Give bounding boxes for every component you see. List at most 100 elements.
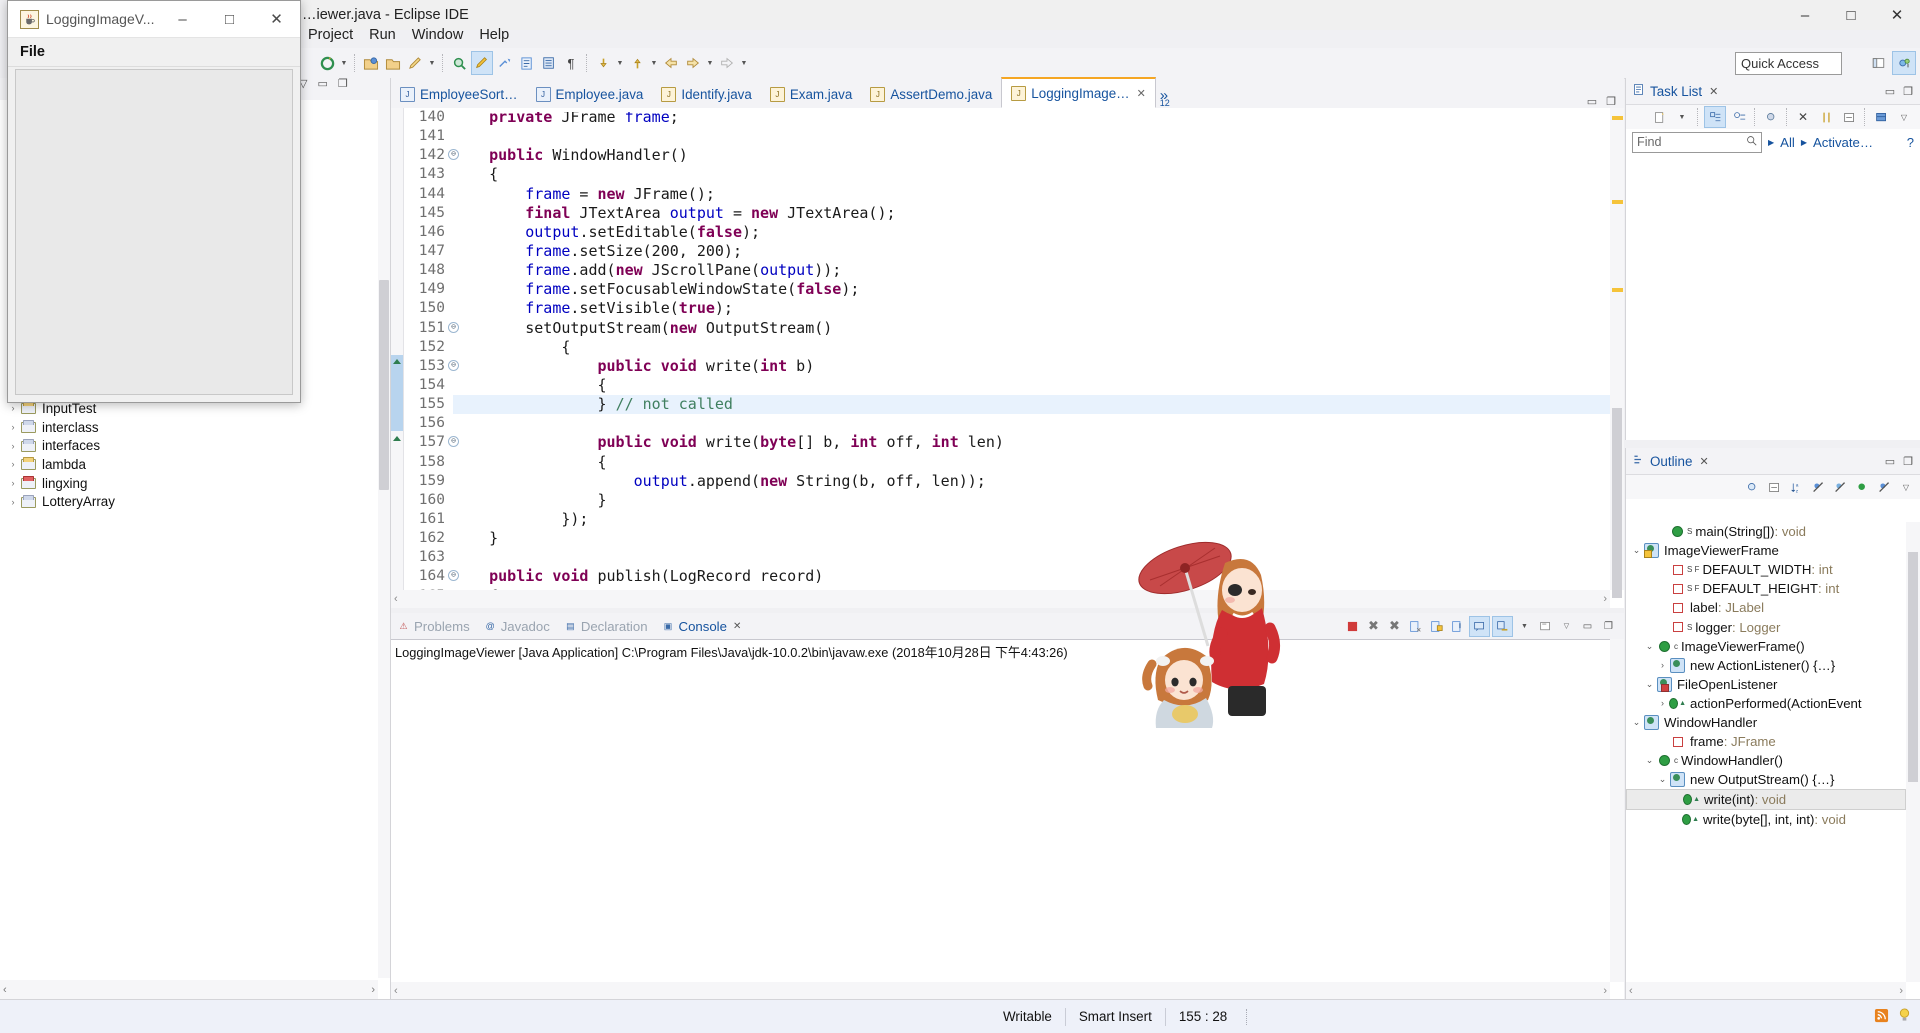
outline-item[interactable]: ⌄ WindowHandler	[1626, 713, 1906, 732]
expand-arrow-icon[interactable]: ›	[6, 497, 20, 507]
package-explorer-item[interactable]: › lingxing	[0, 474, 378, 493]
console-hscroll-right-icon[interactable]: ›	[1603, 985, 1607, 997]
focus-on-active-task-icon[interactable]	[1742, 477, 1762, 497]
task-list-close-icon[interactable]: ✕	[1709, 85, 1718, 98]
save-all-icon[interactable]	[383, 52, 403, 74]
source-code-lines[interactable]: private JFrame frame; public WindowHandl…	[453, 108, 1610, 608]
overview-warning-marker[interactable]	[1612, 116, 1623, 120]
terminate-icon[interactable]	[1343, 617, 1362, 636]
filter-all-link[interactable]: All	[1780, 135, 1795, 150]
code-line[interactable]: {	[453, 338, 1610, 357]
hide-fields-icon[interactable]	[1808, 477, 1828, 497]
outline-expand-arrow-icon[interactable]: ⌄	[1630, 717, 1643, 728]
editor-vscroll-thumb[interactable]	[1612, 408, 1622, 598]
code-line[interactable]: });	[453, 510, 1610, 529]
search-icon[interactable]	[449, 52, 469, 74]
package-explorer-item[interactable]: › lambda	[0, 455, 378, 474]
outline-item[interactable]: frame : JFrame	[1626, 732, 1906, 751]
expand-arrow-icon[interactable]: ›	[6, 441, 20, 451]
console-hscroll-left-icon[interactable]: ‹	[394, 985, 398, 997]
editor-tab[interactable]: J EmployeeSort…	[391, 80, 527, 108]
console-dropdown-icon[interactable]: ▼	[1515, 617, 1534, 636]
show-console-on-output-icon[interactable]	[1469, 615, 1490, 637]
menu-item-help[interactable]: Help	[471, 27, 517, 43]
code-line[interactable]: frame.add(new JScrollPane(output));	[453, 261, 1610, 280]
editor-hscroll-right-icon[interactable]: ›	[1603, 593, 1607, 605]
outline-vscrollbar[interactable]	[1906, 522, 1920, 982]
outline-maximize-icon[interactable]: ❐	[1903, 455, 1913, 468]
step-into-icon[interactable]	[593, 52, 613, 74]
outline-hscroll-right-icon[interactable]: ›	[1899, 985, 1903, 997]
swing-close-button[interactable]: ✕	[253, 1, 300, 37]
scheduled-mode-icon[interactable]	[1729, 107, 1749, 127]
expand-arrow-icon[interactable]: ›	[6, 459, 20, 469]
editor-tab-overflow[interactable]: » 12	[1156, 88, 1174, 108]
outline-expand-arrow-icon[interactable]: ⌄	[1643, 641, 1656, 652]
task-list-help-icon[interactable]: ?	[1907, 135, 1914, 150]
code-line[interactable]: frame.setVisible(true);	[453, 299, 1610, 318]
edit-pencil-icon[interactable]	[405, 52, 425, 74]
code-line[interactable]: public WindowHandler()	[453, 146, 1610, 165]
edit-dropdown-icon[interactable]: ▼	[426, 60, 438, 67]
java-swing-logging-window[interactable]: LoggingImageV... – □ ✕ File	[7, 0, 301, 403]
outline-hscrollbar[interactable]: ‹ ›	[1626, 982, 1906, 1000]
code-line[interactable]: output.setEditable(false);	[453, 223, 1610, 242]
outline-item[interactable]: label : JLabel	[1626, 598, 1906, 617]
editor-tab[interactable]: J Identify.java	[652, 80, 760, 108]
console-tab[interactable]: ▤ Declaration	[564, 619, 647, 634]
outline-item[interactable]: ▲ write(byte[], int, int) : void	[1626, 810, 1906, 829]
clear-filters-icon[interactable]: ✕	[1793, 107, 1813, 127]
new-task-icon[interactable]	[1649, 107, 1669, 127]
console-tab[interactable]: ⚠ Problems	[397, 619, 469, 634]
task-find-input[interactable]: Find	[1632, 131, 1762, 153]
overview-warning-marker-2[interactable]	[1612, 200, 1623, 204]
editor-tab[interactable]: J Exam.java	[761, 80, 862, 108]
outline-item[interactable]: › ▲ actionPerformed(ActionEvent	[1626, 694, 1906, 713]
hscroll-right-arrow-icon[interactable]: ›	[371, 984, 375, 996]
code-line[interactable]: {	[453, 376, 1610, 395]
editor-tab-close-icon[interactable]: ✕	[1137, 87, 1146, 100]
menu-item-run[interactable]: Run	[361, 27, 404, 43]
collapse-all-icon[interactable]	[1839, 107, 1859, 127]
code-line[interactable]: setOutputStream(new OutputStream()	[453, 319, 1610, 338]
hscroll-left-arrow-icon[interactable]: ‹	[3, 984, 7, 996]
outline-item[interactable]: Slogger : Logger	[1626, 617, 1906, 636]
outline-expand-arrow-icon[interactable]: ›	[1656, 660, 1669, 670]
outline-expand-arrow-icon[interactable]: ⌄	[1656, 774, 1669, 785]
hide-static-icon[interactable]	[1830, 477, 1850, 497]
overview-warning-marker-3[interactable]	[1612, 288, 1623, 292]
step-return-dropdown-icon[interactable]: ▼	[648, 60, 660, 67]
hide-nonpublic-icon[interactable]	[1852, 477, 1872, 497]
code-line[interactable]: private JFrame frame;	[453, 112, 1610, 127]
code-text-area[interactable]: 140 141 142 ⊖ 143 144 145 146 147 148 149 150 151 ⊖ 15…	[391, 108, 1624, 608]
filter-activate-link[interactable]: Activate…	[1813, 135, 1873, 150]
code-line[interactable]	[453, 548, 1610, 567]
console-view-menu-icon[interactable]: ▽	[1557, 617, 1576, 636]
code-line[interactable]: frame = new JFrame();	[453, 185, 1610, 204]
open-type-icon[interactable]	[517, 52, 537, 74]
code-line[interactable]: public void publish(LogRecord record)	[453, 567, 1610, 586]
find-search-icon[interactable]	[1746, 135, 1757, 149]
task-list-view-menu-icon[interactable]: ▽	[1894, 107, 1914, 127]
outline-hscroll-left-icon[interactable]: ‹	[1629, 985, 1633, 997]
editor-maximize-icon[interactable]: ❐	[1606, 95, 1616, 108]
editor-tab[interactable]: J AssertDemo.java	[861, 80, 1001, 108]
console-tab-close-icon[interactable]: ✕	[733, 621, 741, 632]
outline-vscroll-thumb[interactable]	[1908, 552, 1918, 782]
console-tab[interactable]: @ Javadoc	[484, 619, 550, 634]
outline-expand-arrow-icon[interactable]: ⌄	[1630, 545, 1643, 556]
outline-view-menu-icon[interactable]: ▽	[1896, 477, 1916, 497]
swing-menu-file[interactable]: File	[20, 44, 45, 60]
code-line[interactable]: final JTextArea output = new JTextArea()…	[453, 204, 1610, 223]
next-annotation-icon[interactable]	[495, 52, 515, 74]
swing-minimize-button[interactable]: –	[159, 1, 206, 37]
outline-list-icon[interactable]	[539, 52, 559, 74]
outline-item[interactable]: S F DEFAULT_WIDTH : int	[1626, 560, 1906, 579]
maximize-button[interactable]: □	[1828, 0, 1874, 30]
paragraph-mark-icon[interactable]: ¶	[561, 52, 581, 74]
forward-history-icon[interactable]	[683, 52, 703, 74]
code-line[interactable]: }	[453, 529, 1610, 548]
tip-light-bulb-icon[interactable]	[1898, 1007, 1911, 1026]
remove-all-launches-icon[interactable]: ✖	[1385, 617, 1404, 636]
status-drag-handle[interactable]	[1246, 1008, 1261, 1025]
